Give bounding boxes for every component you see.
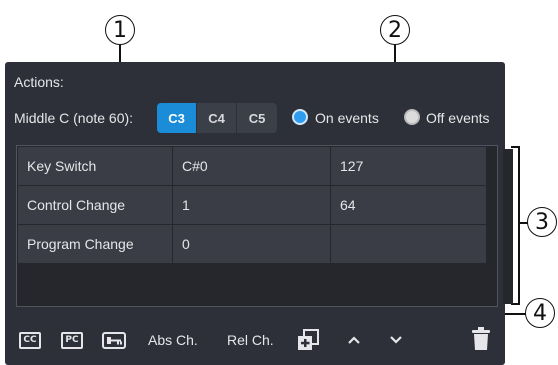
table-cell[interactable]: 64: [330, 185, 487, 225]
table-cell[interactable]: [330, 224, 487, 264]
actions-table: Key Switch C#0 127 Control Change 1 64 P…: [16, 145, 513, 307]
move-down-button[interactable]: [384, 327, 408, 353]
key-switch-button[interactable]: [100, 327, 128, 353]
on-events-label[interactable]: On events: [315, 110, 379, 126]
middle-c-label: Middle C (note 60):: [14, 110, 134, 126]
callout-2: 2: [380, 15, 410, 45]
chevron-down-icon: [390, 336, 402, 344]
octave-button-c5[interactable]: C5: [237, 103, 277, 133]
table-cell[interactable]: 1: [172, 185, 331, 225]
move-up-button[interactable]: [342, 327, 366, 353]
table-row[interactable]: Key Switch C#0 127: [17, 146, 487, 186]
off-events-label[interactable]: Off events: [426, 110, 490, 126]
callout-3: 3: [527, 207, 557, 237]
callout-4: 4: [525, 298, 555, 328]
pc-icon: PC: [61, 331, 83, 349]
callout-1: 1: [105, 15, 135, 45]
table-cell[interactable]: Key Switch: [17, 146, 173, 186]
table-row[interactable]: Program Change 0: [17, 224, 487, 264]
table-scrollbar[interactable]: [503, 149, 513, 304]
octave-button-c3[interactable]: C3: [157, 103, 197, 133]
octave-segmented-control: C3 C4 C5: [157, 103, 277, 133]
delete-button[interactable]: [467, 325, 495, 353]
pc-button[interactable]: PC: [58, 327, 86, 353]
cc-button[interactable]: CC: [16, 327, 44, 353]
off-events-radio[interactable]: [404, 109, 420, 125]
callout-3-leader: [518, 222, 528, 224]
duplicate-button[interactable]: [294, 327, 322, 353]
callout-3-bracket-vertical: [518, 146, 520, 304]
on-events-radio[interactable]: [292, 109, 308, 125]
chevron-up-icon: [348, 336, 360, 344]
cc-icon: CC: [19, 331, 41, 349]
abs-ch-button[interactable]: Abs Ch.: [148, 327, 198, 353]
table-cell[interactable]: C#0: [172, 146, 331, 186]
table-cell[interactable]: 127: [330, 146, 487, 186]
actions-label: Actions:: [14, 74, 64, 90]
table-cell[interactable]: 0: [172, 224, 331, 264]
table-row[interactable]: Control Change 1 64: [17, 185, 487, 225]
key-icon: [102, 331, 126, 349]
table-cell[interactable]: Control Change: [17, 185, 173, 225]
duplicate-icon: [298, 329, 319, 350]
table-cell[interactable]: Program Change: [17, 224, 173, 264]
octave-button-c4[interactable]: C4: [197, 103, 237, 133]
rel-ch-button[interactable]: Rel Ch.: [227, 327, 274, 353]
trash-icon: [472, 327, 490, 350]
actions-grid: Key Switch C#0 127 Control Change 1 64 P…: [17, 146, 487, 264]
